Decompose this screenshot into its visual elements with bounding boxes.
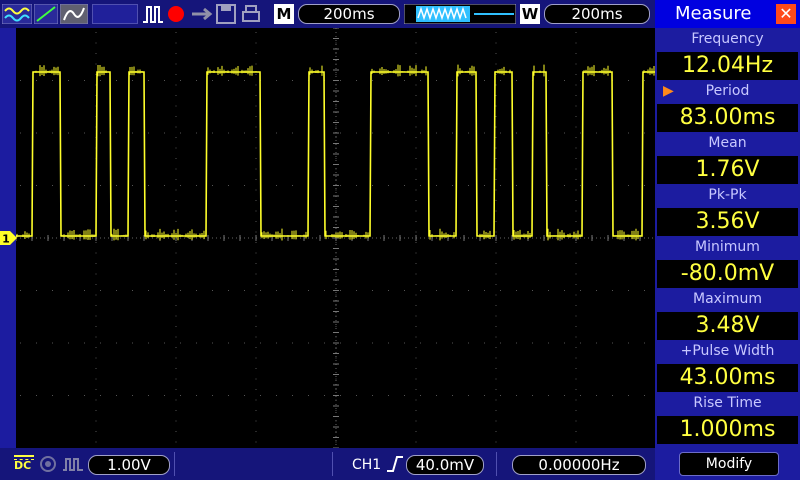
measure-value-period: 83.00ms <box>657 104 798 132</box>
waveform-noise <box>613 228 641 241</box>
bar-divider <box>496 452 497 476</box>
waveform-display-icon[interactable] <box>2 4 32 24</box>
waveform-noise <box>643 65 655 76</box>
waveform-noise <box>309 65 323 76</box>
main-timebase-value[interactable]: 200ms <box>298 4 400 24</box>
measure-value-rise-time: 1.000ms <box>657 416 798 444</box>
top-status-bar: M 200ms W 200ms <box>0 0 655 28</box>
ch1-waveform-trace <box>16 64 656 241</box>
close-button[interactable]: ✕ <box>776 4 796 24</box>
measure-label-mean[interactable]: Mean <box>655 132 800 154</box>
window-timebase-indicator: W <box>520 4 540 24</box>
frequency-counter: 0.00000Hz <box>512 455 646 475</box>
ramp-icon[interactable] <box>34 4 58 24</box>
waveform-noise <box>583 65 611 77</box>
waveform-noise <box>513 229 531 240</box>
waveform-noise <box>97 64 109 77</box>
measure-label-minimum[interactable]: Minimum <box>655 236 800 258</box>
waveform-noise <box>33 65 59 77</box>
bar-divider <box>174 452 175 476</box>
selected-arrow-icon: ▶ <box>663 83 674 99</box>
menu-slot[interactable] <box>92 4 138 24</box>
rising-edge-icon[interactable] <box>386 456 404 472</box>
waveform-noise <box>261 228 307 241</box>
run-stop-pulse-icon[interactable] <box>142 4 164 24</box>
waveform-noise <box>547 228 581 241</box>
print-icon[interactable] <box>240 4 262 24</box>
waveform-noise <box>429 228 455 241</box>
waveform-screen[interactable] <box>16 28 656 448</box>
usb-icon[interactable] <box>190 4 214 24</box>
ch1-volts-per-div[interactable]: 1.00V <box>88 455 170 475</box>
save-icon[interactable] <box>216 4 236 24</box>
measure-label-frequency[interactable]: Frequency <box>655 28 800 50</box>
measure-value-frequency: 12.04Hz <box>657 52 798 80</box>
measure-label-rise-time[interactable]: Rise Time <box>655 392 800 414</box>
ch1-marker-label: 1 <box>2 233 10 246</box>
waveform-noise <box>111 228 127 241</box>
waveform-noise <box>145 228 205 241</box>
measure-label-maximum[interactable]: Maximum <box>655 288 800 310</box>
measure-value-maximum: 3.48V <box>657 312 798 340</box>
bar-divider <box>332 452 333 476</box>
waveform-noise <box>61 229 95 240</box>
trigger-source[interactable]: CH1 <box>352 456 381 474</box>
measure-panel: Measure ✕ Frequency 12.04Hz ▶ Period 83.… <box>655 0 800 480</box>
measure-value-pulse-width: 43.00ms <box>657 364 798 392</box>
trigger-level[interactable]: 40.0mV <box>406 455 484 475</box>
waveform-noise <box>495 66 511 76</box>
waveform-noise <box>457 64 475 77</box>
invert-icon[interactable] <box>62 456 84 472</box>
waveform-noise <box>16 231 30 239</box>
window-timebase-value[interactable]: 200ms <box>544 4 650 24</box>
waveform-noise <box>129 66 143 76</box>
record-icon[interactable] <box>166 4 186 24</box>
waveform-noise <box>371 64 427 77</box>
waveform-path <box>16 71 656 237</box>
bandwidth-limit-icon[interactable] <box>38 456 58 472</box>
modify-button[interactable]: Modify <box>679 452 779 476</box>
measure-value-minimum: -80.0mV <box>657 260 798 288</box>
measure-value-mean: 1.76V <box>657 156 798 184</box>
measure-value-pk-pk: 3.56V <box>657 208 798 236</box>
waveform-noise <box>325 230 369 240</box>
measure-label-pk-pk[interactable]: Pk-Pk <box>655 184 800 206</box>
bottom-status-bar: DC 1.00V CH1 40.0mV 0.00000Hz <box>0 448 655 480</box>
main-timebase-indicator: M <box>274 4 294 24</box>
persistence-icon[interactable] <box>60 4 88 24</box>
dc-coupling-indicator[interactable]: DC <box>14 455 34 475</box>
waveform-noise <box>533 64 545 77</box>
ch1-ground-marker[interactable]: 1 <box>0 230 18 246</box>
memory-window-icon[interactable] <box>404 4 516 24</box>
measure-label-pulse-width[interactable]: +Pulse Width <box>655 340 800 362</box>
measure-label-period[interactable]: ▶ Period <box>655 80 800 102</box>
waveform-noise <box>207 65 259 76</box>
waveform-noise <box>477 230 493 240</box>
